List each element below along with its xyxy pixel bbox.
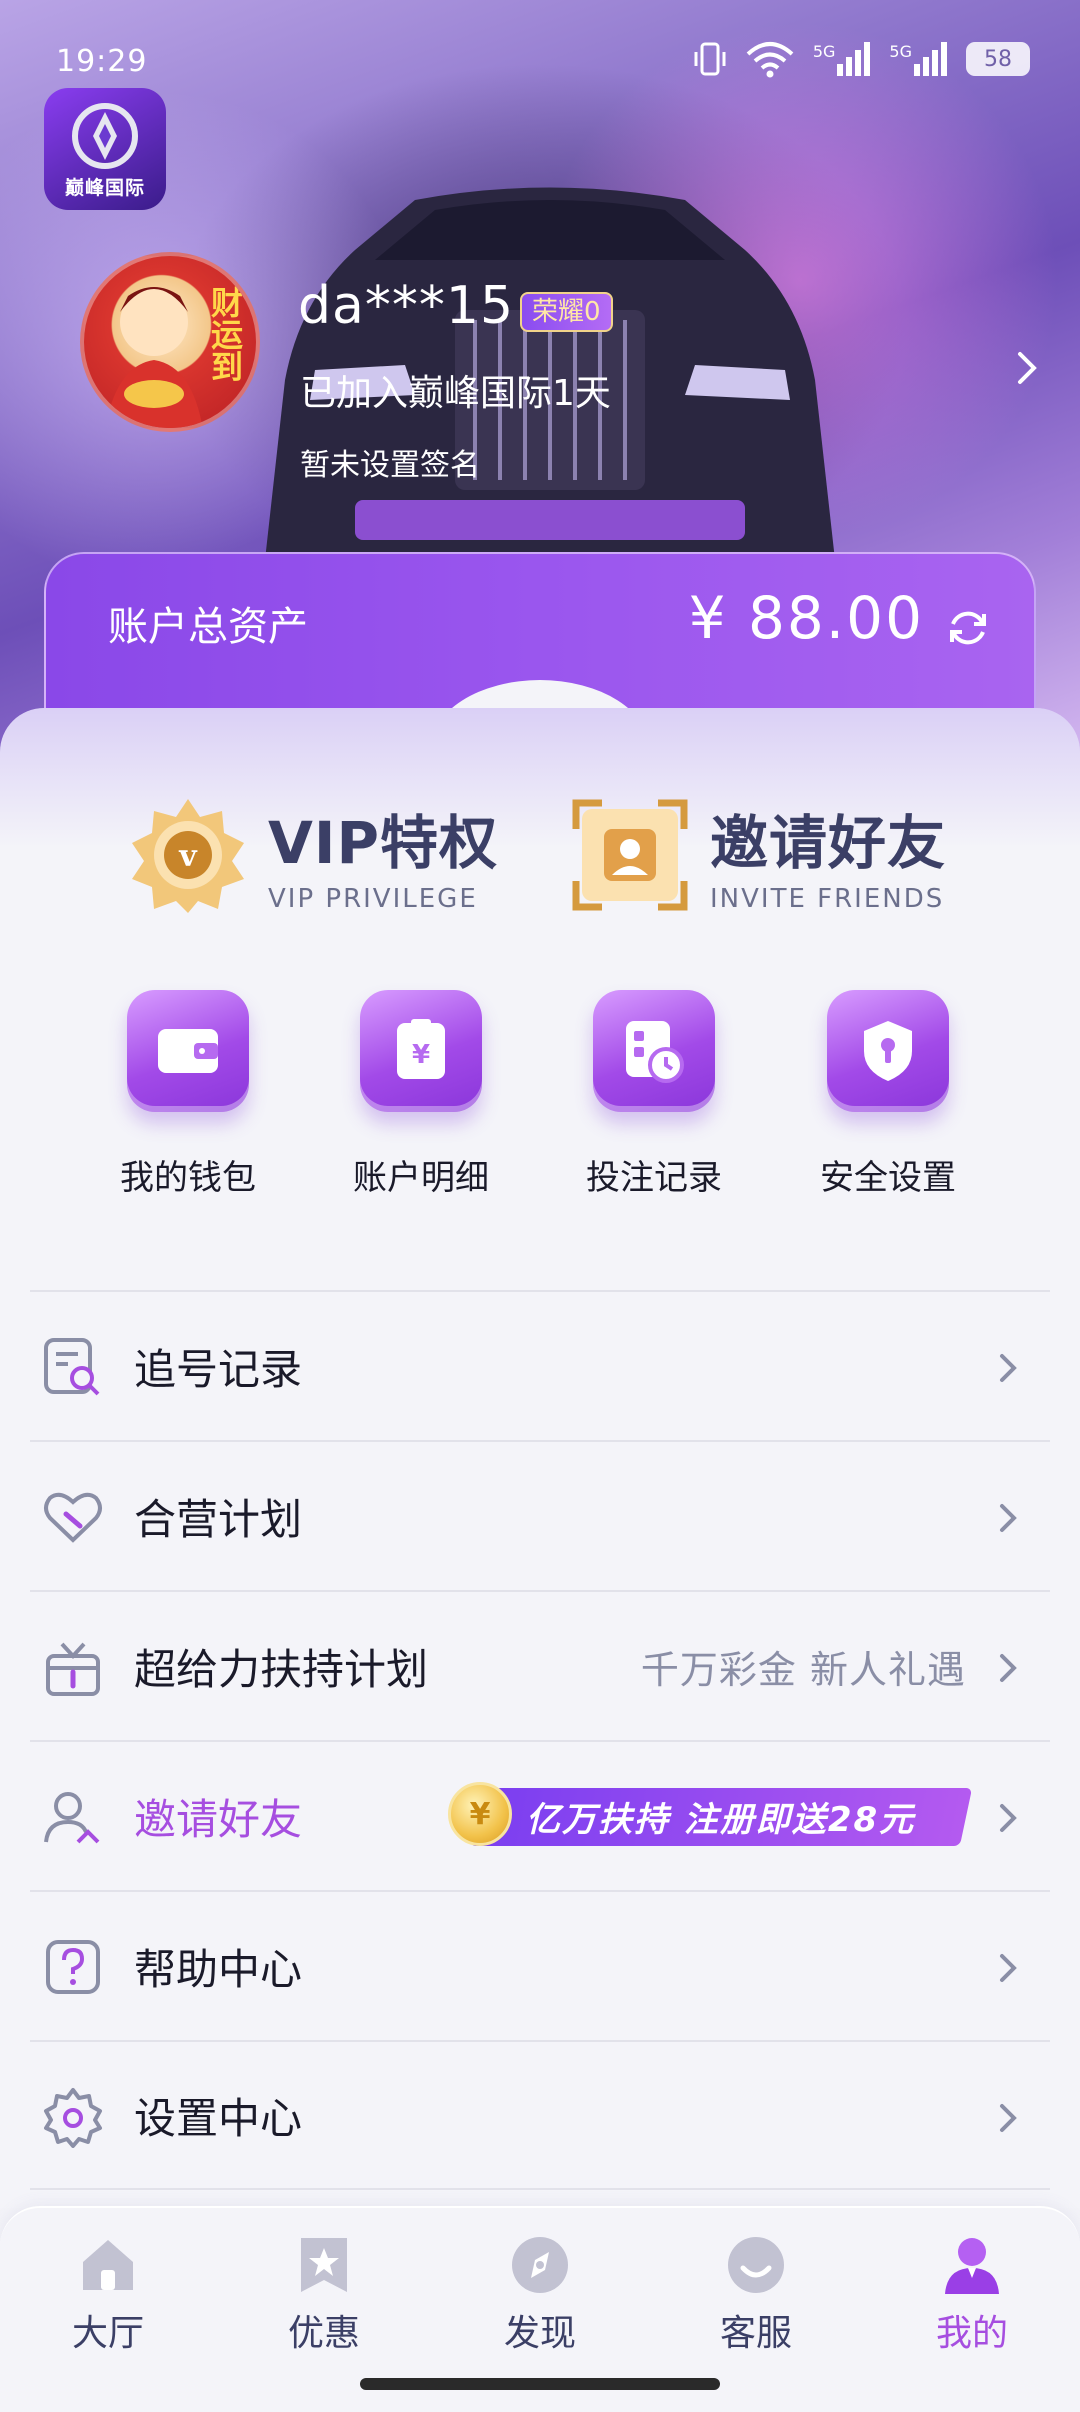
vip-text: VIP特权 VIP PRIVILEGE — [268, 796, 498, 914]
tab-label: 发现 — [503, 2313, 576, 2354]
chevron-right-icon — [1000, 1504, 1017, 1532]
menu-item-chase-records[interactable]: 追号记录 — [30, 1290, 1050, 1440]
gift-icon — [46, 1642, 100, 1696]
chevron-right-icon[interactable] — [1012, 348, 1042, 388]
search-record-icon — [44, 1338, 100, 1396]
invite-text: 邀请好友 INVITE FRIENDS — [710, 796, 946, 914]
chevron-right-icon — [1000, 2104, 1017, 2132]
signal-icon — [914, 42, 947, 76]
total-assets-value: ¥ 88.00 — [688, 584, 924, 652]
tab-label: 客服 — [719, 2313, 792, 2354]
profile-icon — [945, 2238, 999, 2294]
vip-subtitle: VIP PRIVILEGE — [268, 884, 478, 914]
yuan-receipt-icon: ¥ — [360, 990, 482, 1112]
quick-action-bet-records[interactable]: 投注记录 — [554, 990, 754, 1199]
tab-label: 优惠 — [287, 2313, 360, 2354]
avatar[interactable]: 财运到 — [80, 252, 260, 432]
chevron-right-icon — [1000, 1804, 1017, 1832]
vip-title: VIP特权 — [268, 809, 498, 877]
home-indicator[interactable] — [360, 2378, 720, 2390]
quick-action-security[interactable]: 安全设置 — [788, 990, 988, 1199]
battery-indicator: 58 — [966, 42, 1030, 76]
tab-discover[interactable]: 发现 — [470, 2234, 610, 2356]
quick-action-label: 账户明细 — [353, 1158, 489, 1198]
tab-customer-service[interactable]: 客服 — [686, 2234, 826, 2356]
promo-text: 亿万扶持 注册即送28元 — [526, 1800, 916, 1840]
menu-item-label: 合营计划 — [134, 1494, 303, 1544]
wallet-icon — [127, 990, 249, 1112]
tab-mine[interactable]: 我的 — [902, 2234, 1042, 2356]
joined-days: 已加入巅峰国际1天 — [300, 373, 611, 414]
chevron-right-icon — [1000, 1354, 1017, 1382]
tab-label: 大厅 — [71, 2313, 144, 2354]
status-time: 19:29 — [56, 44, 148, 79]
svg-text:¥: ¥ — [412, 1040, 430, 1070]
menu-item-hint: 千万彩金 新人礼遇 — [640, 1647, 966, 1692]
avatar-text: 财运到 — [206, 286, 244, 382]
settings-icon — [44, 2088, 102, 2148]
invite-promo-banner[interactable]: ¥ 亿万扶持 注册即送28元 — [448, 1782, 988, 1848]
chevron-right-icon — [1000, 1954, 1017, 1982]
tab-lobby[interactable]: 大厅 — [38, 2234, 178, 2356]
refresh-icon[interactable] — [944, 604, 992, 652]
menu-item-label: 设置中心 — [134, 2093, 303, 2143]
star-bookmark-icon — [301, 2238, 347, 2292]
help-icon — [46, 1940, 100, 1994]
vibrate-icon — [694, 42, 726, 76]
quick-action-label: 我的钱包 — [120, 1158, 256, 1198]
menu-item-invite-friends[interactable]: 邀请好友 ¥ 亿万扶持 注册即送28元 — [30, 1740, 1050, 1890]
vip-medal-icon: v — [132, 799, 244, 913]
quick-actions: 我的钱包 ¥ 账户明细 投注记录 安全设置 — [0, 990, 1080, 1230]
quick-action-wallet[interactable]: 我的钱包 — [88, 990, 288, 1199]
total-assets-label: 账户总资产 — [108, 604, 308, 650]
menu-item-label: 邀请好友 — [134, 1794, 303, 1844]
app-logo-text: 巅峰国际 — [64, 177, 145, 199]
signal-2: 5G — [889, 42, 948, 76]
invite-card-icon — [572, 799, 688, 911]
network-1-label: 5G — [812, 42, 836, 61]
profile-signature: 暂未设置签名 — [300, 448, 480, 483]
quick-action-account-details[interactable]: ¥ 账户明细 — [321, 990, 521, 1199]
menu-item-label: 超给力扶持计划 — [134, 1644, 429, 1694]
chevron-right-icon — [1000, 1654, 1017, 1682]
menu-item-help-center[interactable]: 帮助中心 — [30, 1890, 1050, 2040]
svg-text:v: v — [178, 839, 198, 874]
menu-item-settings-center[interactable]: 设置中心 — [30, 2040, 1050, 2190]
vip-privilege-card[interactable]: v VIP特权 VIP PRIVILEGE — [128, 790, 498, 920]
signal-icon — [837, 42, 871, 76]
invite-friends-card[interactable]: 邀请好友 INVITE FRIENDS — [570, 790, 946, 920]
home-icon — [83, 2240, 133, 2290]
username: da***15 — [298, 276, 515, 336]
status-icons: 5G 5G 58 — [693, 40, 1030, 78]
settings-menu: 追号记录 合营计划 超给力扶持计划 千万彩金 新人礼遇 邀请好友 ¥ 亿万扶持 … — [30, 1290, 1050, 2190]
app-logo: 巅峰国际 — [44, 88, 166, 210]
invite-subtitle: INVITE FRIENDS — [710, 884, 945, 914]
network-2-label: 5G — [889, 42, 912, 61]
wifi-icon — [746, 42, 794, 78]
invite-title: 邀请好友 — [710, 809, 947, 877]
heart-handshake-icon — [44, 1492, 102, 1543]
logo-emblem-icon — [72, 103, 138, 169]
menu-item-label: 追号记录 — [134, 1344, 303, 1394]
menu-item-support-plan[interactable]: 超给力扶持计划 千万彩金 新人礼遇 — [30, 1590, 1050, 1740]
quick-action-label: 投注记录 — [586, 1158, 722, 1198]
menu-item-joint-venture[interactable]: 合营计划 — [30, 1440, 1050, 1590]
shield-icon — [827, 990, 949, 1112]
signal-1: 5G — [813, 42, 872, 76]
users-icon — [44, 1792, 100, 1844]
bet-record-icon — [593, 990, 715, 1112]
tab-label: 我的 — [935, 2313, 1008, 2354]
menu-item-label: 帮助中心 — [134, 1944, 303, 1994]
compass-icon — [512, 2237, 568, 2293]
vip-level-badge: 荣耀0 — [520, 292, 613, 332]
tab-promotions[interactable]: 优惠 — [254, 2234, 394, 2356]
coin-icon: ¥ — [448, 1782, 512, 1846]
support-icon — [728, 2237, 784, 2293]
quick-action-label: 安全设置 — [820, 1158, 956, 1198]
